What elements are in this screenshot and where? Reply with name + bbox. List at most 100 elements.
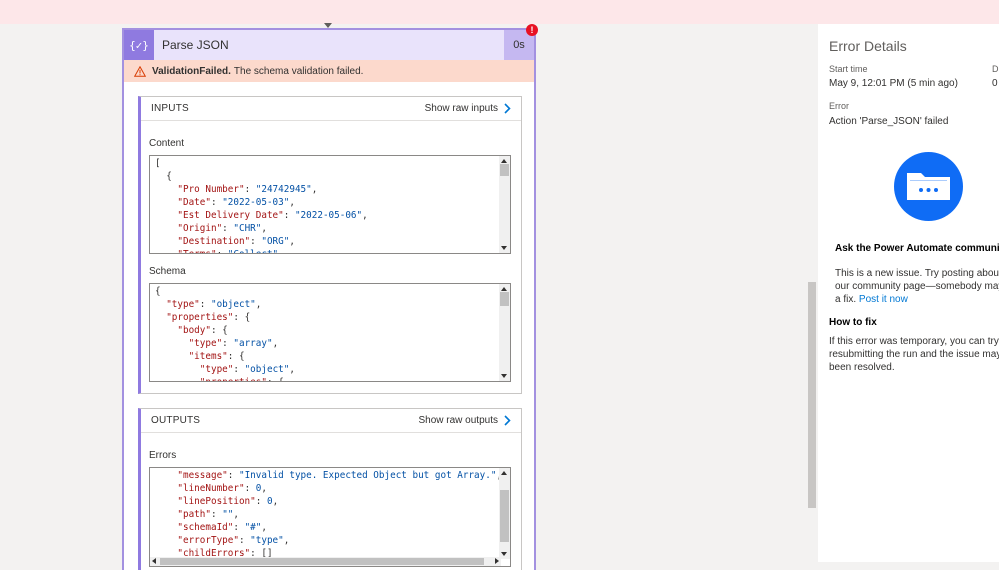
how-to-fix-text: If this error was temporary, you can try…	[829, 335, 999, 374]
scroll-down-icon[interactable]	[501, 246, 507, 250]
scroll-down-icon[interactable]	[501, 552, 507, 556]
code-token: "type"	[155, 299, 200, 310]
code-token: "schemaId"	[155, 522, 234, 533]
errors-horizontal-scrollbar[interactable]	[150, 557, 501, 566]
code-token: :	[233, 364, 245, 375]
code-line: "lineNumber": 0,	[155, 482, 502, 495]
code-token: "type"	[250, 535, 284, 546]
code-line: "Pro Number": "24742945",	[155, 183, 368, 196]
error-badge-icon: !	[526, 24, 538, 36]
scroll-thumb[interactable]	[500, 164, 509, 176]
code-token: "type"	[155, 338, 223, 349]
chevron-right-icon	[504, 415, 511, 426]
code-token: :	[199, 299, 211, 310]
content-json-box[interactable]: [ { "Pro Number": "24742945", "Date": "2…	[149, 155, 511, 254]
how-to-fix-heading: How to fix	[829, 317, 877, 328]
data-operation-icon: {✓}	[124, 30, 154, 60]
code-line: "path": "",	[155, 508, 502, 521]
code-token: "Collect"	[228, 249, 278, 253]
code-token: "items"	[155, 351, 228, 362]
code-token: : {	[210, 325, 228, 336]
scroll-down-icon[interactable]	[501, 374, 507, 378]
code-line: "body": {	[155, 324, 295, 337]
code-line: {	[155, 285, 295, 298]
outputs-header: OUTPUTS Show raw outputs	[141, 409, 521, 433]
outputs-title: OUTPUTS	[151, 415, 201, 426]
code-line: [	[155, 157, 368, 170]
errors-scrollbar[interactable]	[499, 468, 510, 559]
canvas-scroll-thumb[interactable]	[808, 282, 816, 508]
howto-line: resubmitting the run and the issue may	[829, 349, 999, 360]
code-token: ,	[255, 299, 262, 310]
code-token: "Terms"	[155, 249, 216, 253]
scroll-right-icon[interactable]	[495, 558, 499, 564]
code-token: :	[210, 509, 223, 520]
code-token: :	[255, 496, 267, 507]
code-token: ,	[289, 364, 295, 375]
scroll-left-icon[interactable]	[152, 558, 156, 564]
community-line: our community page—somebody may	[835, 281, 999, 292]
error-banner-strip	[0, 0, 999, 24]
post-it-now-link[interactable]: Post it now	[859, 294, 908, 305]
community-line-prefix: a fix.	[835, 294, 857, 305]
howto-line: If this error was temporary, you can try	[829, 336, 999, 347]
code-token: "message"	[155, 470, 228, 481]
schema-scrollbar[interactable]	[499, 284, 510, 381]
action-header[interactable]: {✓} Parse JSON 0s !	[124, 24, 538, 60]
code-token: ,	[261, 483, 267, 494]
scroll-up-icon[interactable]	[501, 159, 507, 163]
code-token: :	[283, 210, 295, 221]
code-token: "Date"	[155, 197, 211, 208]
code-token: [	[155, 158, 161, 169]
schema-json-box[interactable]: { "type": "object", "properties": { "bod…	[149, 283, 511, 382]
code-line: "items": {	[155, 350, 295, 363]
code-token: "object"	[244, 364, 290, 375]
code-line: "linePosition": 0,	[155, 495, 502, 508]
code-line: "Date": "2022-05-03",	[155, 196, 368, 209]
code-token: "Invalid type. Expected Object but got A…	[238, 470, 497, 481]
inputs-header: INPUTS Show raw inputs	[141, 97, 521, 121]
code-line: "type": "object",	[155, 298, 295, 311]
code-token: "object"	[210, 299, 256, 310]
content-scrollbar[interactable]	[499, 156, 510, 253]
code-token: :	[244, 184, 256, 195]
code-token: "lineNumber"	[155, 483, 245, 494]
code-token: ,	[261, 522, 267, 533]
show-raw-outputs-link[interactable]: Show raw outputs	[419, 415, 512, 426]
code-token: "24742945"	[255, 184, 312, 195]
code-token: ,	[311, 184, 318, 195]
show-raw-outputs-label: Show raw outputs	[418, 415, 499, 426]
code-line: "type": "object",	[155, 363, 295, 376]
show-raw-inputs-link[interactable]: Show raw inputs	[425, 103, 511, 114]
scroll-thumb[interactable]	[160, 558, 484, 565]
code-token: ,	[283, 535, 290, 546]
code-token: ,	[362, 210, 368, 221]
code-token: {	[155, 171, 172, 182]
code-token: "properties"	[155, 312, 234, 323]
code-token: :	[244, 483, 256, 494]
code-line: "Est Delivery Date": "2022-05-06",	[155, 209, 368, 222]
community-text: This is a new issue. Try posting about i…	[835, 267, 999, 306]
code-token: :	[250, 236, 262, 247]
errors-json-box[interactable]: "message": "Invalid type. Expected Objec…	[149, 467, 511, 567]
code-line: "properties": {	[155, 311, 295, 324]
code-token: :	[222, 338, 234, 349]
code-line: "Origin": "CHR",	[155, 222, 368, 235]
scroll-thumb[interactable]	[500, 292, 509, 306]
action-title: Parse JSON	[162, 38, 229, 52]
code-token: "Pro Number"	[155, 184, 245, 195]
canvas-scrollbar[interactable]	[807, 24, 817, 570]
inputs-title: INPUTS	[151, 103, 189, 114]
validation-message: The schema validation failed.	[233, 65, 364, 77]
action-card-parse-json: {✓} Parse JSON 0s ! ValidationFailed. Th…	[122, 24, 538, 570]
scroll-up-icon[interactable]	[501, 287, 507, 291]
code-line: "Terms": "Collect"	[155, 248, 368, 253]
code-line: "Destination": "ORG",	[155, 235, 368, 248]
code-token: ,	[272, 338, 279, 349]
scroll-up-icon[interactable]	[501, 471, 507, 475]
scroll-thumb[interactable]	[500, 490, 509, 542]
code-token: :	[238, 535, 251, 546]
code-token: "CHR"	[233, 223, 262, 234]
start-time-label: Start time	[829, 64, 868, 74]
code-token: "Origin"	[155, 223, 223, 234]
